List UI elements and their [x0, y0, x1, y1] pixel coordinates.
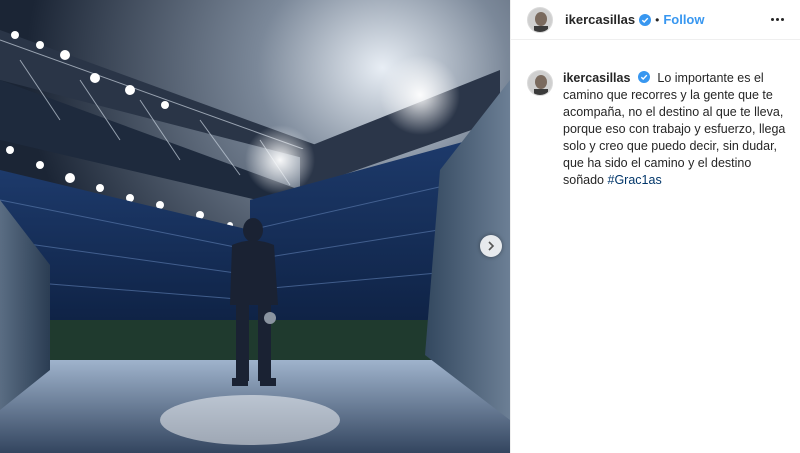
- post-header: ikercasillas • Follow: [511, 0, 800, 40]
- verified-badge-icon: [639, 13, 652, 26]
- caption-text: Lo importante es el camino que recorres …: [563, 71, 786, 187]
- post-caption: ikercasillas Lo importante es el camino …: [511, 40, 800, 189]
- verified-badge-icon: [637, 71, 650, 83]
- stadium-tunnel-image: [0, 0, 510, 453]
- more-options-icon[interactable]: [767, 12, 788, 27]
- post-side-panel: ikercasillas • Follow ikercasillas Lo im…: [510, 0, 800, 453]
- caption-body: ikercasillas Lo importante es el camino …: [563, 70, 788, 189]
- caption-avatar[interactable]: [527, 70, 553, 96]
- username-link[interactable]: ikercasillas: [565, 12, 635, 27]
- caption-username-link[interactable]: ikercasillas: [563, 71, 630, 85]
- follow-button[interactable]: Follow: [663, 12, 704, 27]
- avatar[interactable]: [527, 6, 553, 33]
- hashtag-link[interactable]: #Grac1as: [608, 173, 662, 187]
- chevron-right-icon: [488, 241, 495, 251]
- profile-picture: [528, 71, 552, 95]
- next-photo-button[interactable]: [480, 235, 502, 257]
- profile-picture: [528, 7, 552, 32]
- separator-dot: •: [655, 12, 660, 27]
- post-photo[interactable]: [0, 0, 510, 453]
